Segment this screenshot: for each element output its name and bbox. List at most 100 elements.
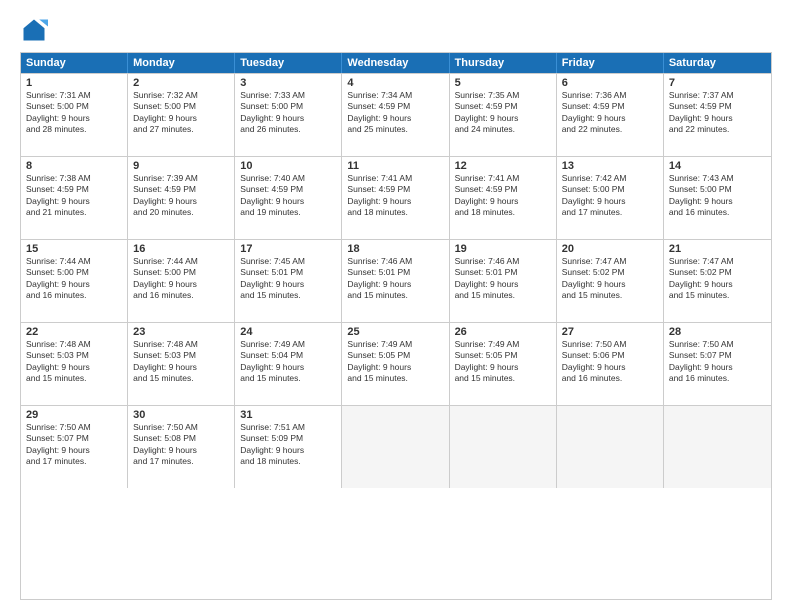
day-header-sunday: Sunday [21,53,128,73]
sunrise: Sunrise: 7:48 AM [133,339,229,350]
daylight-hours: Daylight: 9 hours [562,113,658,124]
sunset: Sunset: 4:59 PM [26,184,122,195]
daylight-minutes: and 18 minutes. [240,456,336,467]
sunrise: Sunrise: 7:44 AM [133,256,229,267]
header [20,16,772,44]
sunrise: Sunrise: 7:50 AM [26,422,122,433]
sunset: Sunset: 4:59 PM [347,184,443,195]
calendar-cell: 15 Sunrise: 7:44 AM Sunset: 5:00 PM Dayl… [21,240,128,322]
daylight-hours: Daylight: 9 hours [26,279,122,290]
sunrise: Sunrise: 7:47 AM [669,256,766,267]
sunrise: Sunrise: 7:49 AM [240,339,336,350]
day-number: 19 [455,243,551,255]
sunset: Sunset: 5:03 PM [133,350,229,361]
sunset: Sunset: 4:59 PM [455,184,551,195]
day-header-thursday: Thursday [450,53,557,73]
sunset: Sunset: 5:00 PM [562,184,658,195]
sunset: Sunset: 5:05 PM [455,350,551,361]
sunset: Sunset: 4:59 PM [562,101,658,112]
daylight-hours: Daylight: 9 hours [455,279,551,290]
calendar-week-1: 1 Sunrise: 7:31 AM Sunset: 5:00 PM Dayli… [21,73,771,156]
calendar-week-3: 15 Sunrise: 7:44 AM Sunset: 5:00 PM Dayl… [21,239,771,322]
daylight-minutes: and 16 minutes. [133,290,229,301]
calendar-cell [557,406,664,488]
calendar: SundayMondayTuesdayWednesdayThursdayFrid… [20,52,772,600]
sunset: Sunset: 5:09 PM [240,433,336,444]
daylight-minutes: and 25 minutes. [347,124,443,135]
calendar-cell [450,406,557,488]
sunrise: Sunrise: 7:50 AM [133,422,229,433]
calendar-cell: 21 Sunrise: 7:47 AM Sunset: 5:02 PM Dayl… [664,240,771,322]
daylight-minutes: and 22 minutes. [669,124,766,135]
daylight-minutes: and 15 minutes. [347,290,443,301]
calendar-cell: 18 Sunrise: 7:46 AM Sunset: 5:01 PM Dayl… [342,240,449,322]
sunset: Sunset: 4:59 PM [240,184,336,195]
calendar-cell: 25 Sunrise: 7:49 AM Sunset: 5:05 PM Dayl… [342,323,449,405]
daylight-minutes: and 15 minutes. [240,373,336,384]
daylight-hours: Daylight: 9 hours [455,113,551,124]
day-number: 6 [562,77,658,89]
daylight-hours: Daylight: 9 hours [26,113,122,124]
daylight-minutes: and 16 minutes. [562,373,658,384]
day-number: 18 [347,243,443,255]
calendar-cell: 17 Sunrise: 7:45 AM Sunset: 5:01 PM Dayl… [235,240,342,322]
sunrise: Sunrise: 7:40 AM [240,173,336,184]
day-number: 21 [669,243,766,255]
calendar-week-2: 8 Sunrise: 7:38 AM Sunset: 4:59 PM Dayli… [21,156,771,239]
sunset: Sunset: 4:59 PM [455,101,551,112]
daylight-minutes: and 16 minutes. [669,373,766,384]
sunset: Sunset: 5:06 PM [562,350,658,361]
daylight-minutes: and 15 minutes. [455,290,551,301]
sunset: Sunset: 5:07 PM [26,433,122,444]
calendar-week-4: 22 Sunrise: 7:48 AM Sunset: 5:03 PM Dayl… [21,322,771,405]
sunset: Sunset: 5:01 PM [347,267,443,278]
sunset: Sunset: 5:00 PM [240,101,336,112]
day-header-friday: Friday [557,53,664,73]
calendar-cell: 14 Sunrise: 7:43 AM Sunset: 5:00 PM Dayl… [664,157,771,239]
day-header-monday: Monday [128,53,235,73]
daylight-hours: Daylight: 9 hours [133,196,229,207]
day-number: 14 [669,160,766,172]
calendar-cell [664,406,771,488]
daylight-hours: Daylight: 9 hours [347,196,443,207]
calendar-cell: 31 Sunrise: 7:51 AM Sunset: 5:09 PM Dayl… [235,406,342,488]
sunset: Sunset: 4:59 PM [133,184,229,195]
calendar-cell: 19 Sunrise: 7:46 AM Sunset: 5:01 PM Dayl… [450,240,557,322]
calendar-cell: 30 Sunrise: 7:50 AM Sunset: 5:08 PM Dayl… [128,406,235,488]
daylight-minutes: and 15 minutes. [26,373,122,384]
calendar-cell: 10 Sunrise: 7:40 AM Sunset: 4:59 PM Dayl… [235,157,342,239]
calendar-cell: 24 Sunrise: 7:49 AM Sunset: 5:04 PM Dayl… [235,323,342,405]
calendar-cell: 6 Sunrise: 7:36 AM Sunset: 4:59 PM Dayli… [557,74,664,156]
logo-icon [20,16,48,44]
calendar-cell: 27 Sunrise: 7:50 AM Sunset: 5:06 PM Dayl… [557,323,664,405]
day-number: 13 [562,160,658,172]
sunrise: Sunrise: 7:35 AM [455,90,551,101]
sunrise: Sunrise: 7:49 AM [347,339,443,350]
day-number: 17 [240,243,336,255]
sunrise: Sunrise: 7:37 AM [669,90,766,101]
daylight-hours: Daylight: 9 hours [669,113,766,124]
daylight-minutes: and 22 minutes. [562,124,658,135]
daylight-hours: Daylight: 9 hours [133,279,229,290]
day-number: 10 [240,160,336,172]
calendar-cell: 16 Sunrise: 7:44 AM Sunset: 5:00 PM Dayl… [128,240,235,322]
sunrise: Sunrise: 7:31 AM [26,90,122,101]
day-number: 29 [26,409,122,421]
sunrise: Sunrise: 7:38 AM [26,173,122,184]
sunrise: Sunrise: 7:51 AM [240,422,336,433]
daylight-hours: Daylight: 9 hours [240,113,336,124]
calendar-cell: 7 Sunrise: 7:37 AM Sunset: 4:59 PM Dayli… [664,74,771,156]
daylight-hours: Daylight: 9 hours [240,445,336,456]
sunset: Sunset: 5:00 PM [26,101,122,112]
daylight-hours: Daylight: 9 hours [562,279,658,290]
daylight-hours: Daylight: 9 hours [133,113,229,124]
day-number: 16 [133,243,229,255]
day-number: 7 [669,77,766,89]
calendar-cell: 3 Sunrise: 7:33 AM Sunset: 5:00 PM Dayli… [235,74,342,156]
sunrise: Sunrise: 7:46 AM [347,256,443,267]
daylight-minutes: and 15 minutes. [669,290,766,301]
daylight-hours: Daylight: 9 hours [455,362,551,373]
calendar-cell: 28 Sunrise: 7:50 AM Sunset: 5:07 PM Dayl… [664,323,771,405]
sunset: Sunset: 5:04 PM [240,350,336,361]
daylight-minutes: and 28 minutes. [26,124,122,135]
